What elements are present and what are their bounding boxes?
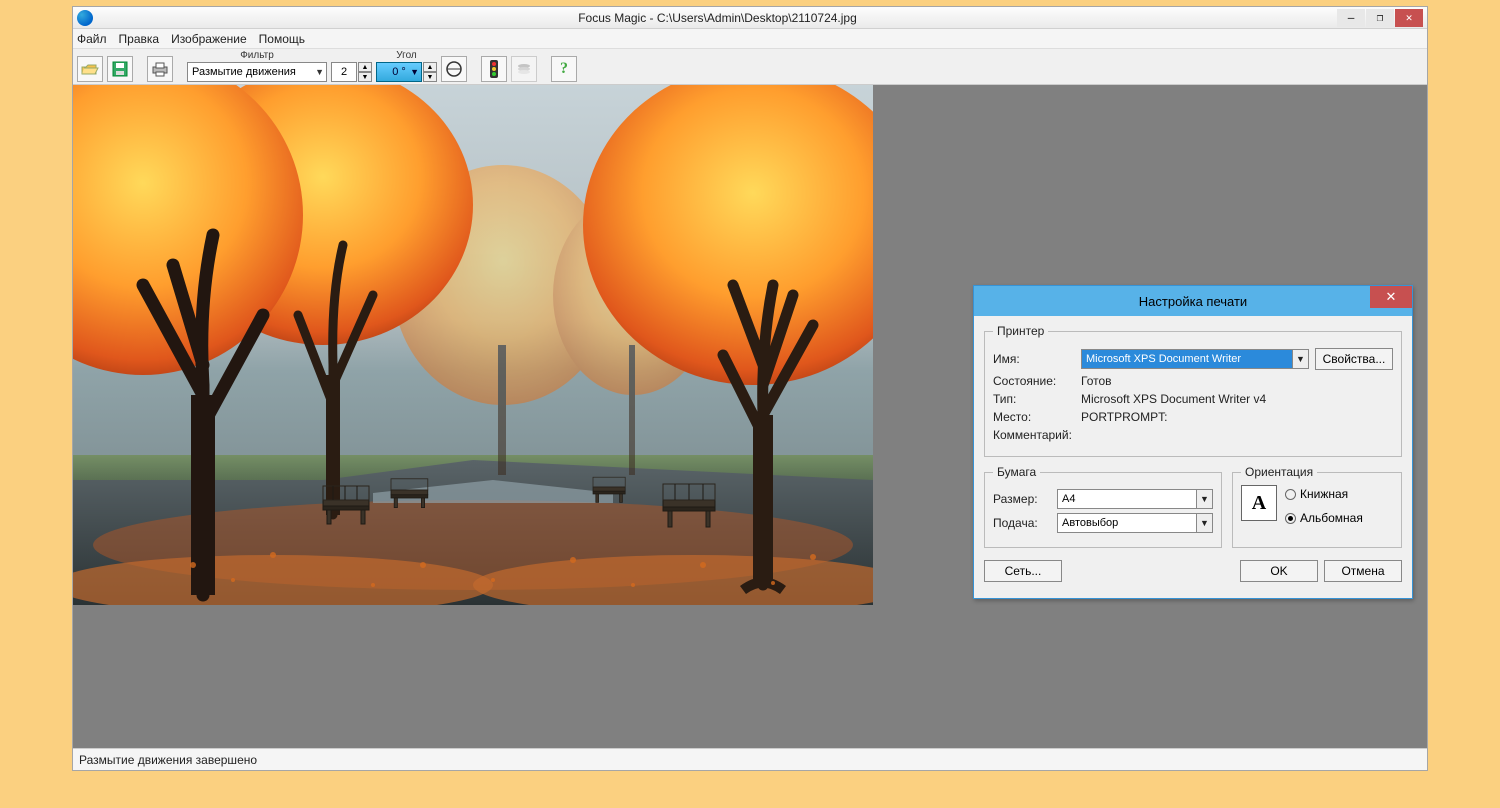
filter-label: Фильтр: [240, 50, 274, 61]
chevron-down-icon: ▼: [410, 67, 419, 77]
dialog-title: Настройка печати: [1139, 294, 1247, 309]
printer-icon: [151, 61, 169, 77]
spinner-up-icon[interactable]: ▲: [358, 62, 372, 72]
menu-image[interactable]: Изображение: [171, 32, 247, 46]
close-button[interactable]: ✕: [1395, 9, 1423, 27]
open-button[interactable]: [77, 56, 103, 82]
image-content: [73, 85, 873, 605]
question-icon: ?: [560, 60, 568, 78]
chevron-down-icon: ▼: [1196, 490, 1212, 508]
chevron-down-icon: ▼: [315, 67, 324, 77]
chevron-down-icon: ▼: [1196, 514, 1212, 532]
size-label: Размер:: [993, 492, 1051, 506]
title-bar: Focus Magic - C:\Users\Admin\Desktop\211…: [73, 7, 1427, 29]
paper-legend: Бумага: [993, 465, 1040, 479]
type-label: Тип:: [993, 392, 1075, 406]
comment-label: Комментарий:: [993, 428, 1075, 442]
portrait-radio[interactable]: Книжная: [1285, 487, 1363, 501]
save-button[interactable]: [107, 56, 133, 82]
menu-file[interactable]: Файл: [77, 32, 107, 46]
image-canvas[interactable]: [73, 85, 873, 605]
type-value: Microsoft XPS Document Writer v4: [1081, 392, 1266, 406]
filter-select[interactable]: Размытие движения ▼: [187, 62, 327, 82]
angle-select[interactable]: 0 ° ▼: [376, 62, 422, 82]
app-window: Focus Magic - C:\Users\Admin\Desktop\211…: [72, 6, 1428, 771]
printer-legend: Принтер: [993, 324, 1048, 338]
blur-width-input[interactable]: 2: [331, 62, 357, 82]
spinner-down-icon[interactable]: ▼: [423, 72, 437, 82]
chevron-down-icon: ▼: [1292, 350, 1308, 368]
circle-tool[interactable]: [441, 56, 467, 82]
status-bar: Размытие движения завершено: [73, 748, 1427, 770]
folder-open-icon: [81, 62, 99, 76]
page-orientation-icon: A: [1241, 485, 1277, 521]
orientation-legend: Ориентация: [1241, 465, 1317, 479]
window-title: Focus Magic - C:\Users\Admin\Desktop\211…: [99, 11, 1336, 25]
paper-source-select[interactable]: Автовыбор ▼: [1057, 513, 1213, 533]
angle-spinner[interactable]: ▲ ▼: [423, 62, 437, 82]
dialog-title-bar[interactable]: Настройка печати ✕: [974, 286, 1412, 316]
paper-group: Бумага Размер: A4 ▼ Подача: Автовыбор: [984, 465, 1222, 548]
menu-edit[interactable]: Правка: [119, 32, 160, 46]
spinner-up-icon[interactable]: ▲: [423, 62, 437, 72]
traffic-light-icon: [489, 59, 499, 79]
floppy-icon: [112, 61, 128, 77]
stack-button[interactable]: [511, 56, 537, 82]
ok-button[interactable]: OK: [1240, 560, 1318, 582]
status-value: Готов: [1081, 374, 1112, 388]
status-label: Состояние:: [993, 374, 1075, 388]
maximize-button[interactable]: ❐: [1366, 9, 1394, 27]
landscape-radio[interactable]: Альбомная: [1285, 511, 1363, 525]
print-setup-dialog: Настройка печати ✕ Принтер Имя: Microsof…: [973, 285, 1413, 599]
paper-size-select[interactable]: A4 ▼: [1057, 489, 1213, 509]
printer-group: Принтер Имя: Microsoft XPS Document Writ…: [984, 324, 1402, 457]
circle-icon: [445, 60, 463, 78]
orientation-group: Ориентация A Книжная Альбомная: [1232, 465, 1402, 548]
cancel-button[interactable]: Отмена: [1324, 560, 1402, 582]
menu-help[interactable]: Помощь: [259, 32, 305, 46]
name-label: Имя:: [993, 352, 1075, 366]
print-button[interactable]: [147, 56, 173, 82]
angle-label: Угол: [396, 50, 417, 61]
place-label: Место:: [993, 410, 1075, 424]
dialog-close-button[interactable]: ✕: [1370, 286, 1412, 308]
layers-icon: [516, 61, 532, 77]
toolbar: Фильтр Размытие движения ▼ 2 ▲ ▼ Угол 0 …: [73, 49, 1427, 85]
minimize-button[interactable]: —: [1337, 9, 1365, 27]
properties-button[interactable]: Свойства...: [1315, 348, 1393, 370]
width-spinner[interactable]: ▲ ▼: [358, 62, 372, 82]
network-button[interactable]: Сеть...: [984, 560, 1062, 582]
radio-icon: [1285, 489, 1296, 500]
printer-name-select[interactable]: Microsoft XPS Document Writer ▼: [1081, 349, 1309, 369]
place-value: PORTPROMPT:: [1081, 410, 1167, 424]
source-label: Подача:: [993, 516, 1051, 530]
help-button[interactable]: ?: [551, 56, 577, 82]
status-text: Размытие движения завершено: [79, 753, 257, 767]
app-icon: [77, 10, 93, 26]
radio-icon: [1285, 513, 1296, 524]
menu-bar: Файл Правка Изображение Помощь: [73, 29, 1427, 49]
run-button[interactable]: [481, 56, 507, 82]
spinner-down-icon[interactable]: ▼: [358, 72, 372, 82]
workspace: Настройка печати ✕ Принтер Имя: Microsof…: [73, 85, 1427, 748]
